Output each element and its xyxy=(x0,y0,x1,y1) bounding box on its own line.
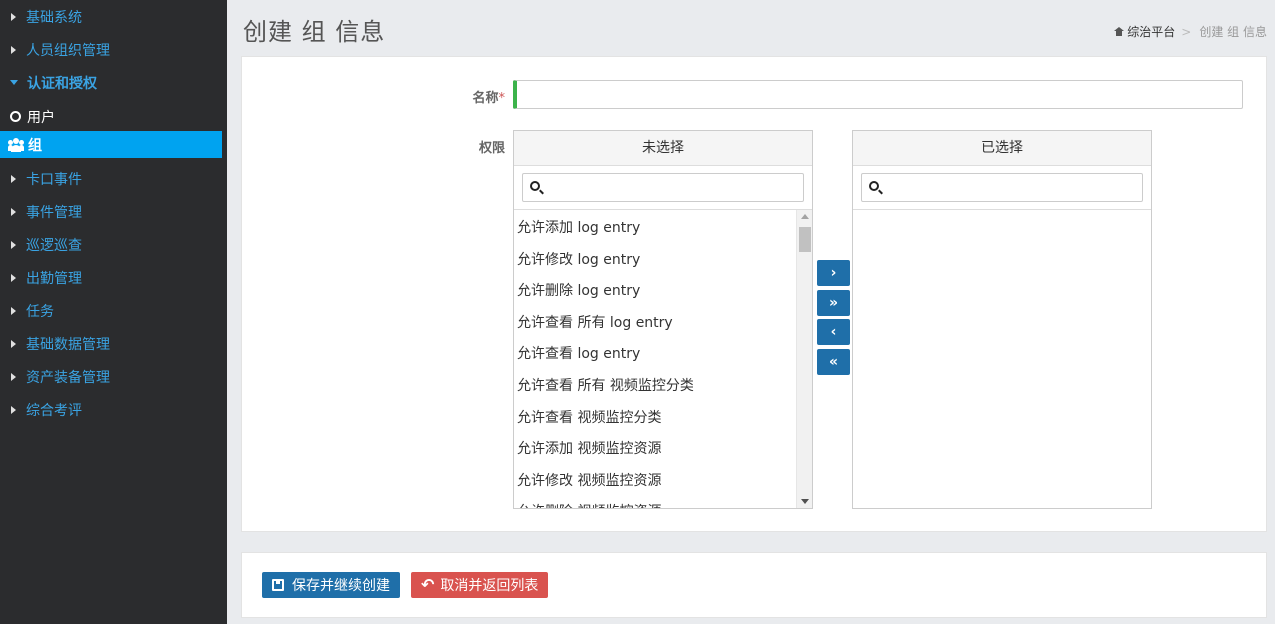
selected-list[interactable] xyxy=(853,210,1151,508)
move-all-right-button[interactable]: » xyxy=(817,290,850,316)
move-left-button[interactable]: ‹ xyxy=(817,319,850,345)
caret-right-icon xyxy=(11,240,16,249)
caret-right-icon xyxy=(11,306,16,315)
move-right-button[interactable]: › xyxy=(817,260,850,286)
sidebar-item-label: 事件管理 xyxy=(26,204,82,221)
permissions-label: 权限 xyxy=(478,141,505,156)
sidebar-item-checkpoint-events[interactable]: 卡口事件 xyxy=(0,165,222,192)
sidebar-item-label: 巡逻巡查 xyxy=(26,237,82,254)
save-continue-button[interactable]: 保存并继续创建 xyxy=(262,572,400,598)
sidebar-item-event-management[interactable]: 事件管理 xyxy=(0,198,222,225)
selected-search-wrap xyxy=(853,166,1151,210)
sidebar-item-patrol[interactable]: 巡逻巡查 xyxy=(0,231,222,258)
breadcrumb: 综治平台 > 创建 组 信息 xyxy=(1114,23,1267,40)
available-permissions-box: 未选择 允许添加 log entry 允许修改 log entry 允许删除 l… xyxy=(513,130,813,509)
list-item[interactable]: 允许修改 log entry xyxy=(514,242,812,274)
sidebar-item-label: 综合考评 xyxy=(26,402,82,419)
list-item[interactable]: 允许查看 log entry xyxy=(514,336,812,368)
sidebar-item-evaluation[interactable]: 综合考评 xyxy=(0,396,222,423)
breadcrumb-separator: > xyxy=(1181,24,1192,39)
undo-icon: ↶ xyxy=(421,575,435,594)
caret-right-icon xyxy=(11,339,16,348)
search-icon xyxy=(869,181,879,191)
caret-right-icon xyxy=(11,207,16,216)
cancel-return-label: 取消并返回列表 xyxy=(440,578,539,594)
scroll-thumb[interactable] xyxy=(799,227,811,252)
caret-right-icon xyxy=(11,372,16,381)
name-field[interactable] xyxy=(513,80,1243,109)
breadcrumb-home[interactable]: 综治平台 xyxy=(1114,23,1175,40)
name-label: 名称* xyxy=(427,87,505,106)
caret-down-icon xyxy=(10,80,18,85)
available-search-wrap xyxy=(514,166,812,210)
sidebar-item-attendance[interactable]: 出勤管理 xyxy=(0,264,222,291)
selected-permissions-box: 已选择 xyxy=(852,130,1152,509)
list-item[interactable]: 允许修改 视频监控资源 xyxy=(514,463,812,495)
caret-right-icon xyxy=(11,273,16,282)
sidebar-item-groups[interactable]: 组 xyxy=(0,131,222,158)
name-label-text: 名称 xyxy=(472,91,499,106)
sidebar-item-auth[interactable]: 认证和授权 xyxy=(0,69,222,96)
home-icon xyxy=(1114,27,1125,36)
sidebar-item-basic-data[interactable]: 基础数据管理 xyxy=(0,330,222,357)
list-item[interactable]: 允许查看 所有 log entry xyxy=(514,305,812,337)
sidebar-item-personnel-org[interactable]: 人员组织管理 xyxy=(0,36,222,63)
move-all-left-button[interactable]: « xyxy=(817,349,850,375)
sidebar-item-label: 基础系统 xyxy=(26,9,82,26)
required-mark: * xyxy=(498,91,506,106)
selected-search-input[interactable] xyxy=(861,173,1143,202)
page-title: 创建 组 信息 xyxy=(243,18,386,46)
list-item[interactable]: 允许查看 所有 视频监控分类 xyxy=(514,368,812,400)
list-item[interactable]: 允许删除 视频监控资源 xyxy=(514,494,812,508)
caret-right-icon xyxy=(11,405,16,414)
cancel-return-button[interactable]: ↶ 取消并返回列表 xyxy=(411,572,549,598)
sidebar-item-label: 人员组织管理 xyxy=(26,42,110,59)
breadcrumb-home-label: 综治平台 xyxy=(1127,25,1176,39)
list-item[interactable]: 允许添加 log entry xyxy=(514,210,812,242)
circle-icon xyxy=(10,111,21,122)
sidebar-item-basic-system[interactable]: 基础系统 xyxy=(0,3,222,30)
scroll-down-icon[interactable] xyxy=(801,499,809,504)
save-continue-label: 保存并继续创建 xyxy=(292,578,390,594)
search-icon xyxy=(530,181,540,191)
sidebar: 基础系统 人员组织管理 认证和授权 用户 组 卡口事件 事件管理 巡逻巡查 出勤… xyxy=(0,0,227,624)
available-search-input[interactable] xyxy=(522,173,804,202)
list-item[interactable]: 允许查看 视频监控分类 xyxy=(514,400,812,432)
selected-title: 已选择 xyxy=(853,131,1151,166)
sidebar-item-label: 任务 xyxy=(26,303,54,320)
sidebar-item-label: 出勤管理 xyxy=(26,270,82,287)
save-icon xyxy=(272,579,284,591)
sidebar-item-assets[interactable]: 资产装备管理 xyxy=(0,363,222,390)
users-icon xyxy=(8,137,24,152)
sidebar-item-label: 用户 xyxy=(27,109,55,126)
list-item[interactable]: 允许删除 log entry xyxy=(514,273,812,305)
sidebar-item-tasks[interactable]: 任务 xyxy=(0,297,222,324)
sidebar-item-label: 组 xyxy=(28,137,42,154)
caret-right-icon xyxy=(11,174,16,183)
available-list[interactable]: 允许添加 log entry 允许修改 log entry 允许删除 log e… xyxy=(514,210,812,508)
sidebar-item-label: 资产装备管理 xyxy=(26,369,110,386)
scroll-up-icon[interactable] xyxy=(801,214,809,219)
caret-right-icon xyxy=(11,12,16,21)
caret-right-icon xyxy=(11,45,16,54)
sidebar-item-label: 基础数据管理 xyxy=(26,336,110,353)
sidebar-item-users[interactable]: 用户 xyxy=(0,103,222,130)
main-content: 创建 组 信息 综治平台 > 创建 组 信息 名称* 权限 未选择 允许添加 l… xyxy=(227,0,1275,624)
scrollbar[interactable] xyxy=(796,210,812,508)
breadcrumb-current: 创建 组 信息 xyxy=(1199,25,1267,39)
sidebar-item-label: 认证和授权 xyxy=(27,75,97,92)
sidebar-item-label: 卡口事件 xyxy=(26,171,82,188)
list-item[interactable]: 允许添加 视频监控资源 xyxy=(514,431,812,463)
available-title: 未选择 xyxy=(514,131,812,166)
